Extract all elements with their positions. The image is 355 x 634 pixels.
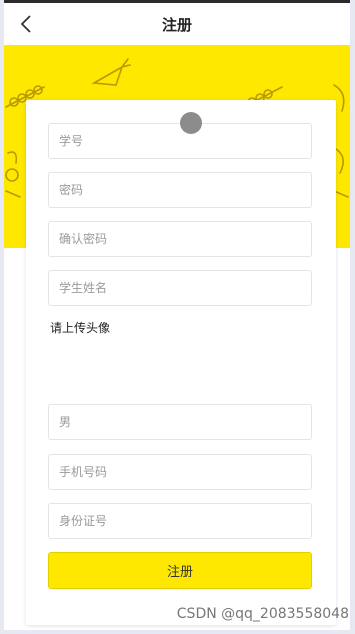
password-input[interactable] [49, 173, 311, 207]
confirm-password-field[interactable] [48, 221, 312, 257]
nav-bar: 注册 [4, 3, 350, 45]
student-name-input[interactable] [49, 271, 311, 305]
register-button[interactable]: 注册 [48, 552, 312, 589]
register-form-card: 请上传头像 注册 [26, 100, 336, 625]
id-card-field[interactable] [48, 503, 312, 539]
gender-field[interactable] [48, 404, 312, 440]
avatar-upload-area[interactable] [48, 340, 312, 400]
student-name-field[interactable] [48, 270, 312, 306]
page-title: 注册 [161, 15, 192, 34]
upload-avatar-label: 请上传头像 [50, 321, 111, 335]
student-id-field[interactable] [48, 123, 312, 159]
chevron-left-icon[interactable] [14, 11, 38, 37]
phone-field[interactable] [48, 454, 312, 490]
id-card-input[interactable] [49, 504, 311, 538]
touch-indicator [180, 112, 202, 134]
password-field[interactable] [48, 172, 312, 208]
gender-input[interactable] [49, 405, 311, 439]
phone-screen: 注册 学号 学生姓名 请上传头像 男 手机号码 身份证号 注册 [4, 0, 350, 630]
confirm-password-input[interactable] [49, 222, 311, 256]
watermark-text: CSDN @qq_2083558048 [176, 606, 349, 622]
phone-input[interactable] [49, 455, 311, 489]
student-id-input[interactable] [49, 124, 311, 158]
